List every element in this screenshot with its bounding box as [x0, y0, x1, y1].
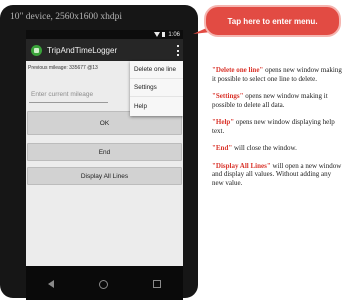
tablet-frame: 10" device, 2560x1600 xhdpi 1:06 TripAnd… — [0, 5, 198, 300]
note-text: will close the window. — [232, 144, 297, 153]
device-screen: 1:06 TripAndTimeLogger Previous mileage:… — [26, 30, 183, 300]
menu-item-help[interactable]: Help — [130, 97, 183, 115]
overflow-menu-button[interactable] — [175, 45, 180, 56]
menu-item-delete-one-line[interactable]: Delete one line — [130, 61, 183, 79]
overflow-menu: Delete one line Settings Help — [130, 61, 183, 116]
display-all-lines-button[interactable]: Display All Lines — [27, 167, 182, 185]
menu-callout: Tap here to enter menu. — [204, 5, 341, 37]
status-bar: 1:06 — [26, 30, 183, 39]
note-term: "Help" — [212, 118, 235, 127]
note-term: "Delete one line" — [212, 66, 264, 74]
end-button[interactable]: End — [27, 143, 182, 161]
status-time: 1:06 — [168, 31, 180, 38]
wifi-icon — [154, 32, 161, 37]
navigation-bar — [26, 266, 183, 300]
note-settings: "Settings" opens new window making it po… — [212, 92, 342, 109]
note-delete-one-line: "Delete one line" opens new window makin… — [212, 66, 342, 83]
app-title: TripAndTimeLogger — [47, 45, 118, 55]
home-icon[interactable] — [98, 279, 108, 289]
recent-apps-icon[interactable] — [152, 280, 161, 288]
device-heading: 10" device, 2560x1600 xhdpi — [10, 12, 123, 22]
previous-mileage-text: Previous mileage: 335677 @13 — [28, 65, 98, 71]
back-icon[interactable] — [48, 280, 55, 288]
note-display-all-lines: "Display All Lines" will open a new wind… — [212, 162, 342, 188]
note-end: "End" will close the window. — [212, 144, 342, 153]
action-bar: TripAndTimeLogger — [26, 39, 183, 61]
app-logo-icon — [31, 44, 42, 56]
annotation-notes: "Delete one line" opens new window makin… — [212, 66, 342, 196]
current-mileage-input[interactable] — [29, 87, 108, 103]
battery-icon — [162, 32, 166, 37]
note-help: "Help" opens new window displaying help … — [212, 118, 342, 135]
menu-item-settings[interactable]: Settings — [130, 79, 183, 97]
note-term: "Display All Lines" — [212, 161, 271, 170]
note-term: "End" — [212, 144, 233, 153]
note-term: "Settings" — [212, 92, 244, 101]
